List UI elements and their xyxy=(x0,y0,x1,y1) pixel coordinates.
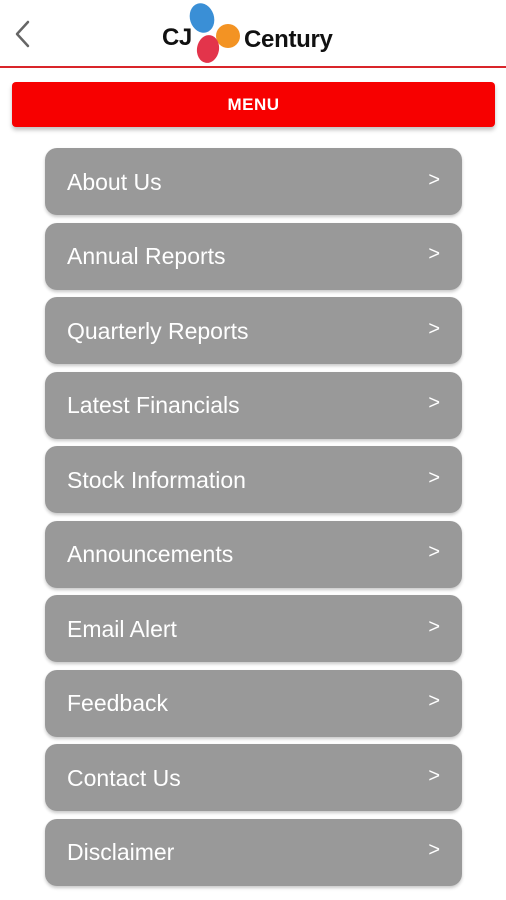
app-header: CJ Century xyxy=(0,0,506,68)
menu-item-latest-financials[interactable]: Latest Financials > xyxy=(45,371,462,439)
arrow-right-icon: > xyxy=(428,541,440,564)
arrow-right-icon: > xyxy=(428,317,440,340)
menu-title: MENU xyxy=(227,94,280,114)
menu-item-label: Annual Reports xyxy=(67,243,226,269)
back-button[interactable] xyxy=(8,14,36,54)
arrow-right-icon: > xyxy=(428,764,440,787)
menu-item-email-alert[interactable]: Email Alert > xyxy=(45,595,462,662)
arrow-right-icon: > xyxy=(428,168,440,191)
menu-item-quarterly-reports[interactable]: Quarterly Reports > xyxy=(45,297,462,364)
menu-item-label: Stock Information xyxy=(67,466,246,493)
menu-title-bar: MENU xyxy=(12,82,495,127)
arrow-right-icon: > xyxy=(428,392,440,415)
arrow-right-icon: > xyxy=(428,243,440,266)
menu-item-annual-reports[interactable]: Annual Reports > xyxy=(45,222,462,290)
menu-item-label: Contact Us xyxy=(67,764,181,791)
menu-item-disclaimer[interactable]: Disclaimer > xyxy=(45,818,462,886)
menu-item-announcements[interactable]: Announcements > xyxy=(45,520,462,588)
menu-item-label: Announcements xyxy=(67,541,234,567)
menu-item-stock-information[interactable]: Stock Information > xyxy=(45,446,462,513)
logo-dots-icon xyxy=(189,3,240,63)
brand-logo: CJ Century xyxy=(162,2,352,64)
logo-name: Century xyxy=(244,26,333,53)
menu-item-contact-us[interactable]: Contact Us > xyxy=(45,744,462,811)
menu-item-label: Disclaimer xyxy=(67,839,175,865)
chevron-left-icon xyxy=(15,20,30,48)
menu-item-label: Feedback xyxy=(67,690,169,716)
logo-mark: CJ xyxy=(162,24,192,51)
arrow-right-icon: > xyxy=(428,839,440,862)
menu-item-label: Quarterly Reports xyxy=(67,317,249,344)
menu-list: About Us > Annual Reports > Quarterly Re… xyxy=(45,148,462,893)
menu-item-about-us[interactable]: About Us > xyxy=(45,148,462,215)
menu-item-label: Email Alert xyxy=(67,615,177,642)
app-screen: CJ Century MENU About Us > Annual Report… xyxy=(0,0,506,900)
menu-item-label: Latest Financials xyxy=(67,392,240,418)
arrow-right-icon: > xyxy=(428,615,440,638)
arrow-right-icon: > xyxy=(428,690,440,713)
arrow-right-icon: > xyxy=(428,466,440,489)
menu-item-feedback[interactable]: Feedback > xyxy=(45,669,462,737)
menu-item-label: About Us xyxy=(67,168,162,195)
